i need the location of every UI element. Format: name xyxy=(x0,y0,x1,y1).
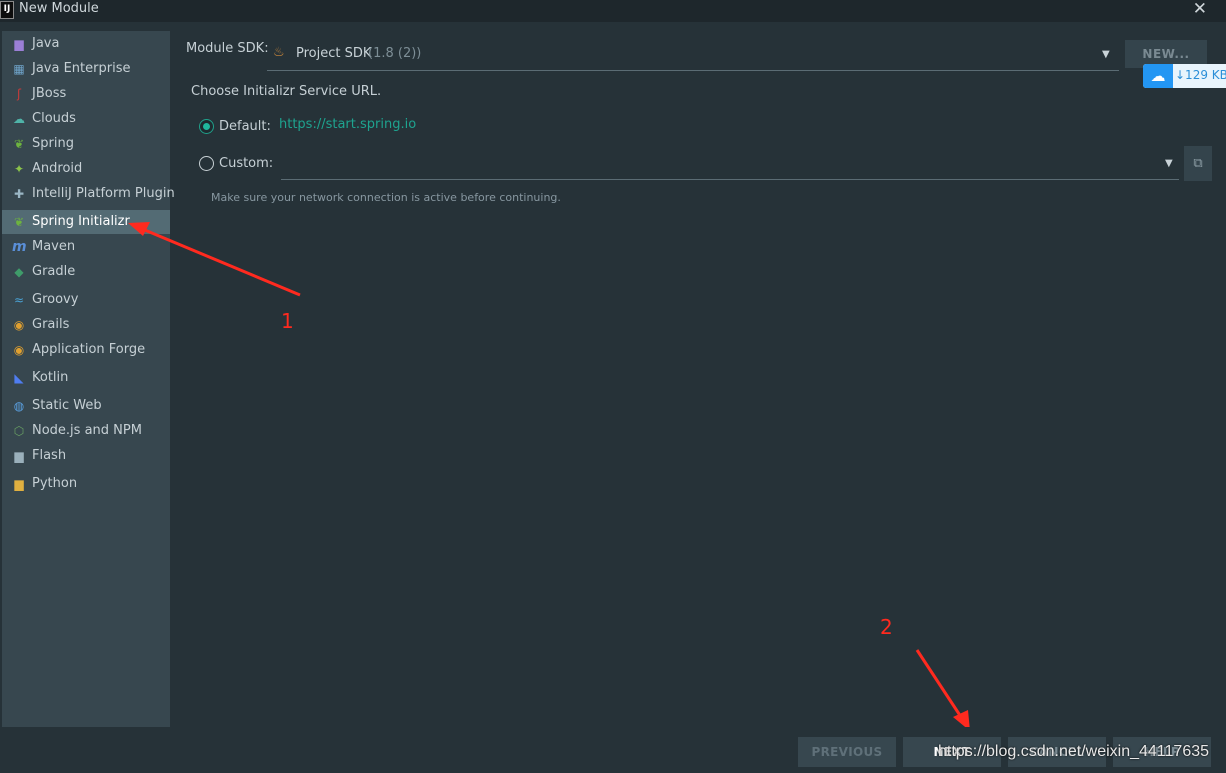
annotation-step-1: 1 xyxy=(281,309,294,333)
watermark-text: https://blog.csdn.net/weixin_44117635 xyxy=(938,743,1210,760)
arrow-2 xyxy=(915,649,970,731)
previous-button[interactable]: PREVIOUS xyxy=(798,737,896,767)
annotation-step-2: 2 xyxy=(880,615,893,639)
arrow-1 xyxy=(128,222,301,297)
annotation-arrows xyxy=(128,222,970,731)
